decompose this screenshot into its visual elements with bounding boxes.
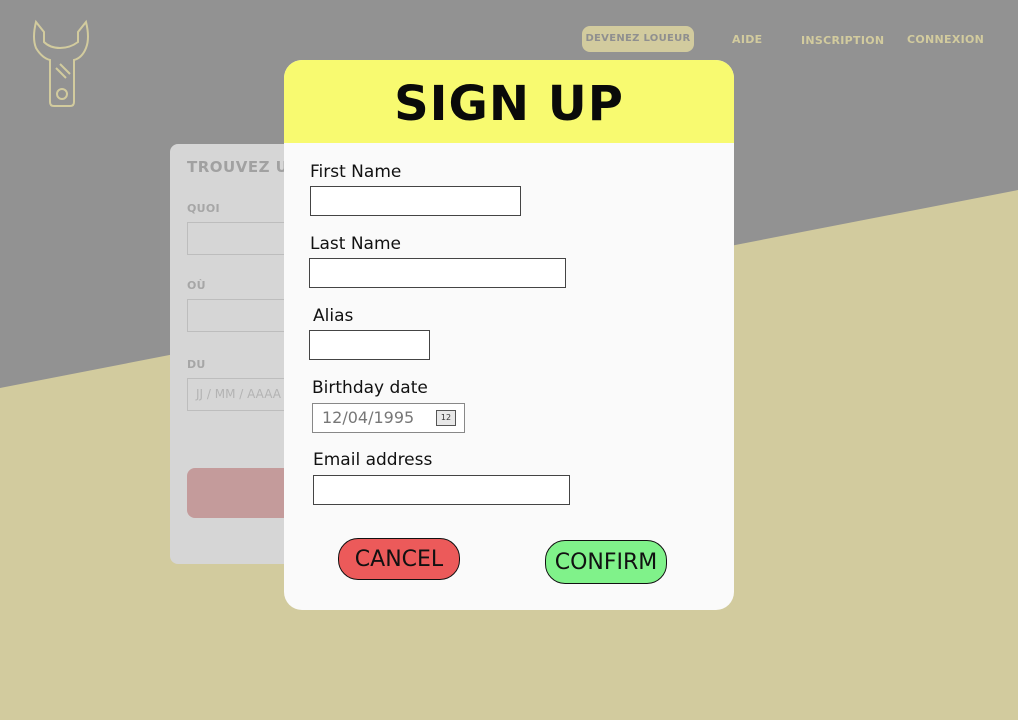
modal-title: SIGN UP bbox=[394, 76, 624, 132]
birthday-value: 12/04/1995 bbox=[322, 408, 415, 427]
calendar-icon[interactable]: 12 bbox=[436, 410, 456, 426]
alias-label: Alias bbox=[313, 306, 354, 326]
first-name-input[interactable] bbox=[310, 186, 521, 216]
modal-header: SIGN UP bbox=[284, 60, 734, 143]
become-renter-link[interactable]: DEVENEZ LOUEUR bbox=[582, 26, 694, 52]
email-label: Email address bbox=[313, 450, 433, 470]
last-name-input[interactable] bbox=[309, 258, 566, 288]
where-label: OÙ bbox=[187, 279, 206, 292]
wrench-logo-icon[interactable] bbox=[30, 18, 90, 110]
login-link[interactable]: CONNEXION bbox=[907, 27, 984, 53]
what-label: QUOI bbox=[187, 202, 220, 215]
from-label: DU bbox=[187, 358, 206, 371]
cancel-button[interactable]: CANCEL bbox=[338, 538, 460, 580]
confirm-button[interactable]: CONFIRM bbox=[545, 540, 667, 584]
signup-modal: SIGN UP First Name Last Name Alias Birth… bbox=[284, 60, 734, 610]
help-link[interactable]: AIDE bbox=[732, 27, 762, 53]
email-input[interactable] bbox=[313, 475, 570, 505]
birthday-label: Birthday date bbox=[312, 378, 428, 398]
signup-link[interactable]: INSCRIPTION bbox=[801, 28, 884, 54]
first-name-label: First Name bbox=[310, 162, 402, 182]
alias-input[interactable] bbox=[309, 330, 430, 360]
last-name-label: Last Name bbox=[310, 234, 401, 254]
birthday-input[interactable]: 12/04/1995 12 bbox=[312, 403, 465, 433]
